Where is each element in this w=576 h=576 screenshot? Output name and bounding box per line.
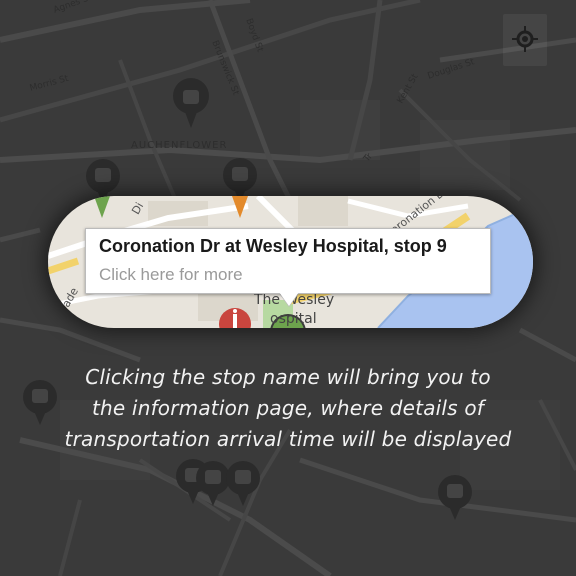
caption-line: Clicking the stop name will bring you to (85, 365, 491, 389)
stop-name-link[interactable]: Coronation Dr at Wesley Hospital, stop 9 (99, 236, 447, 257)
map-screen: Agnes St Boyd St Morris St Brunswick St … (0, 0, 576, 576)
caption-line: the information page, where details of (91, 396, 485, 420)
more-info-link[interactable]: Click here for more (99, 265, 243, 285)
suburb-label: AUCHENFLOWER (131, 140, 228, 151)
place-label: ospital (270, 311, 317, 327)
crosshair-icon (512, 26, 538, 52)
instruction-caption: Clicking the stop name will bring you to… (0, 362, 576, 455)
locate-me-button[interactable] (503, 14, 547, 66)
popup-tail (279, 292, 299, 306)
caption-line: transportation arrival time will be disp… (64, 427, 512, 451)
stop-info-popup[interactable]: Coronation Dr at Wesley Hospital, stop 9… (85, 228, 491, 294)
